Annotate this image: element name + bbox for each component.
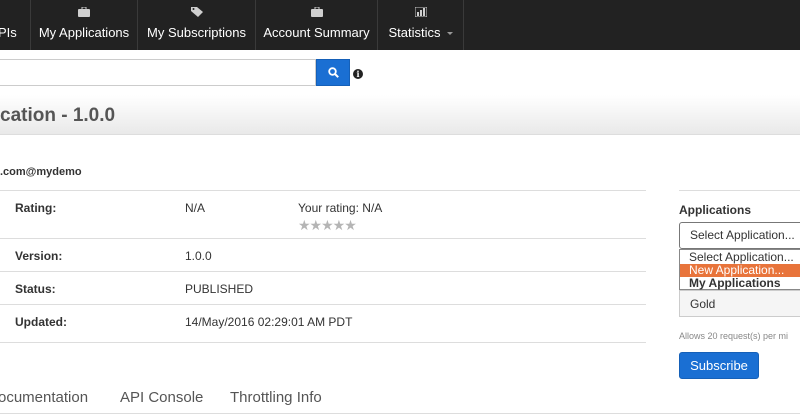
page-title: cation - 1.0.0 (0, 105, 116, 126)
nav-item-label: My Applications (38, 25, 130, 40)
api-provider: .com@mydemo (0, 166, 82, 178)
briefcase-icon (310, 7, 323, 17)
updated-value: 14/May/2016 02:29:01 AM PDT (185, 315, 353, 329)
rating-stars[interactable]: ★★★★★ (298, 217, 357, 234)
nav-item-my-applications[interactable]: My Applications (31, 0, 138, 50)
caret-down-icon (446, 32, 453, 36)
your-rating-label: Your rating: (298, 201, 359, 215)
tier-note: Allows 20 request(s) per mi (679, 331, 789, 341)
your-rating-value: N/A (362, 201, 383, 215)
rating-label: Rating: (15, 201, 57, 215)
tab-documentation[interactable]: ocumentation (0, 389, 88, 406)
row-divider (0, 271, 646, 272)
nav-item-account-summary[interactable]: Account Summary (256, 0, 378, 50)
version-value: 1.0.0 (185, 249, 212, 263)
updated-label: Updated: (15, 315, 67, 329)
title-band (0, 95, 800, 135)
nav-item-statistics[interactable]: Statistics (378, 0, 464, 50)
tags-icon (190, 7, 203, 17)
tier-select[interactable]: Gold (679, 290, 800, 317)
nav-item-label: Statistics (378, 25, 463, 40)
subscribe-button[interactable]: Subscribe (679, 352, 759, 379)
nav-item-label: My Subscriptions (147, 25, 246, 40)
row-divider (0, 304, 646, 305)
dropdown-group-my-applications: My Applications (689, 276, 781, 290)
version-label: Version: (15, 249, 63, 263)
nav-item-label: PIs (0, 25, 17, 40)
status-label: Status: (15, 282, 56, 296)
rating-value: N/A (185, 201, 206, 215)
application-select[interactable]: Select Application... (679, 222, 800, 249)
row-divider (0, 238, 646, 239)
panel-divider (679, 190, 800, 191)
info-icon[interactable]: i (353, 69, 363, 79)
your-rating: Your rating: N/A (298, 201, 382, 215)
search-input[interactable] (0, 59, 316, 86)
status-value: PUBLISHED (185, 282, 254, 296)
tabs-divider (0, 413, 800, 414)
tab-api-console[interactable]: API Console (120, 389, 203, 406)
briefcase-icon (78, 7, 90, 17)
application-dropdown: Select Application... New Application...… (679, 249, 800, 290)
row-divider (0, 190, 646, 191)
statistics-label: Statistics (388, 25, 441, 40)
tab-throttling-info[interactable]: Throttling Info (230, 389, 322, 406)
search-icon (328, 67, 339, 78)
nav-item-apis[interactable]: PIs (0, 0, 31, 50)
bar-chart-icon (414, 7, 427, 17)
applications-heading: Applications (679, 203, 752, 217)
nav-item-my-subscriptions[interactable]: My Subscriptions (138, 0, 256, 50)
top-navbar: PIs My Applications My Subscriptions Acc… (0, 0, 800, 50)
row-divider (0, 342, 646, 343)
search-button[interactable] (316, 59, 350, 86)
nav-item-label: Account Summary (263, 25, 370, 40)
